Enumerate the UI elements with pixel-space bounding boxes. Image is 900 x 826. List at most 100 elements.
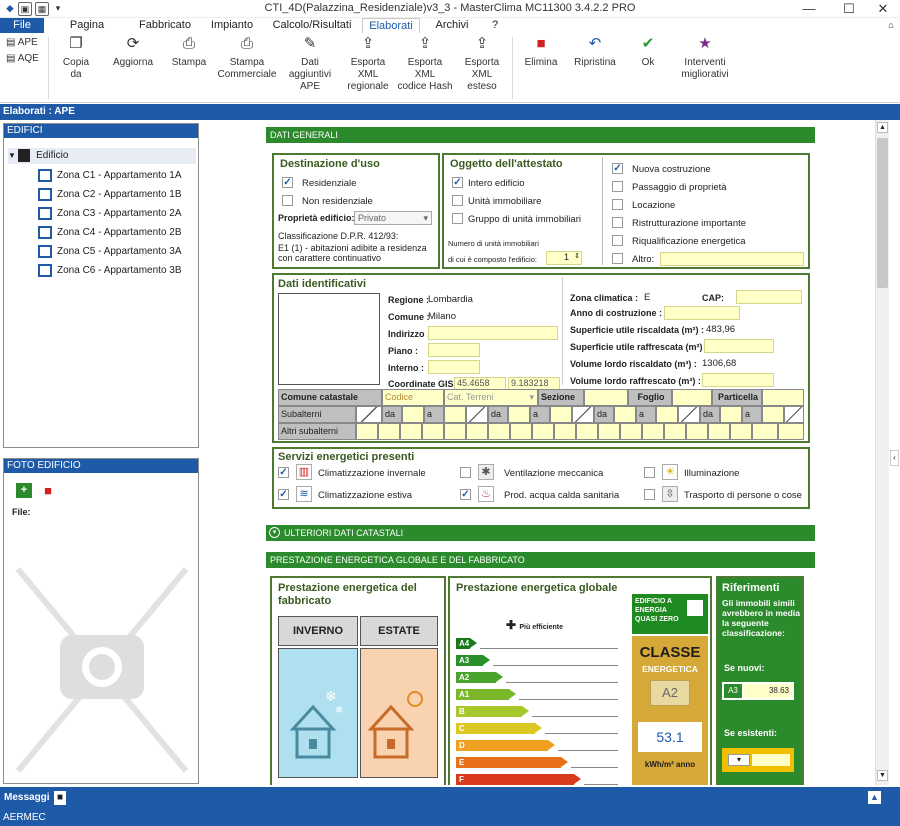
sub-a-input[interactable] (550, 406, 572, 423)
sub-a-input[interactable] (656, 406, 678, 423)
anno-input[interactable] (664, 306, 740, 320)
close-button[interactable]: ✕ (866, 0, 900, 18)
sub-a-input[interactable] (444, 406, 466, 423)
tab-elaborati[interactable]: Elaborati (362, 18, 420, 33)
vertical-scrollbar[interactable]: ▲ ▼ (875, 120, 889, 785)
trasporto-checkbox[interactable] (644, 489, 655, 500)
altri-sub-input[interactable] (620, 423, 642, 440)
cap-input[interactable] (736, 290, 802, 304)
tab-fabbricato[interactable]: Fabbricato (136, 18, 194, 33)
ok-button[interactable]: ✔ Ok (628, 35, 668, 69)
tree-zone-c6[interactable]: Zona C6 - Appartamento 3B (38, 263, 182, 279)
add-photo-button[interactable]: + (16, 483, 32, 498)
expand-circle-icon[interactable]: ▾ (269, 527, 280, 538)
sezione-input[interactable] (584, 389, 628, 406)
interventi-migliorativi-button[interactable]: ★ Interventi migliorativi (676, 35, 734, 81)
scroll-down-arrow-icon[interactable]: ▼ (877, 770, 888, 781)
altri-sub-input[interactable] (444, 423, 466, 440)
altri-sub-input[interactable] (422, 423, 444, 440)
altri-sub-input[interactable] (466, 423, 488, 440)
delete-photo-button[interactable]: ■ (40, 483, 56, 498)
sub-a-input[interactable] (762, 406, 784, 423)
tree-zone-c4[interactable]: Zona C4 - Appartamento 2B (38, 225, 182, 241)
altri-sub-input[interactable] (642, 423, 664, 440)
nav-ape[interactable]: ▤ APE (6, 37, 38, 48)
expand-up-icon[interactable]: ▲ (868, 791, 881, 804)
tree-root-edificio[interactable]: ▼ Edificio (8, 148, 196, 164)
stampa-commerciale-button[interactable]: ⎙ Stampa Commerciale (216, 35, 278, 81)
altri-sub-input[interactable] (752, 423, 778, 440)
indirizzo-input[interactable] (428, 326, 558, 340)
copia-da-button[interactable]: ❐ Copia da (54, 35, 98, 81)
altri-sub-input[interactable] (730, 423, 752, 440)
passaggio-checkbox[interactable] (612, 181, 623, 192)
esistenti-class-select[interactable]: ▾ (728, 754, 750, 766)
tree-zone-c2[interactable]: Zona C2 - Appartamento 1B (38, 187, 182, 203)
altri-sub-input[interactable] (576, 423, 598, 440)
sub-da-input[interactable] (614, 406, 636, 423)
altri-sub-input[interactable] (554, 423, 576, 440)
altri-sub-input[interactable] (532, 423, 554, 440)
sub-da-input[interactable] (508, 406, 530, 423)
vol-raff-input[interactable] (702, 373, 774, 387)
sub-da-input[interactable] (402, 406, 424, 423)
interno-input[interactable] (428, 360, 480, 374)
non-residenziale-checkbox[interactable] (282, 195, 293, 206)
altri-sub-input[interactable] (400, 423, 422, 440)
altro-checkbox[interactable] (612, 253, 623, 264)
maximize-button[interactable]: ☐ (832, 0, 866, 18)
scroll-up-arrow-icon[interactable]: ▲ (877, 122, 888, 133)
tab-pagina-iniziale[interactable]: Pagina iniziale (54, 18, 120, 45)
esporta-xml-hash-button[interactable]: ⇪ Esporta XML codice Hash (397, 35, 453, 93)
altri-sub-input[interactable] (378, 423, 400, 440)
tab-calcolo-risultati[interactable]: Calcolo/Risultati (272, 18, 352, 33)
altri-sub-input[interactable] (598, 423, 620, 440)
ristrutturazione-checkbox[interactable] (612, 217, 623, 228)
codice-input[interactable]: Codice (382, 389, 444, 406)
intero-edificio-checkbox[interactable]: ✓ (452, 177, 463, 188)
tab-help[interactable]: ? (488, 18, 502, 33)
aggiorna-button[interactable]: ⟳ Aggiorna (108, 35, 158, 69)
locazione-checkbox[interactable] (612, 199, 623, 210)
esporta-xml-esteso-button[interactable]: ⇪ Esporta XML esteso (454, 35, 510, 93)
dati-aggiuntivi-button[interactable]: ✎ Dati aggiuntivi APE (280, 35, 340, 93)
ripristina-button[interactable]: ↶ Ripristina (570, 35, 620, 69)
illuminazione-checkbox[interactable] (644, 467, 655, 478)
stampa-button[interactable]: ⎙ Stampa (166, 35, 212, 69)
clim-invernale-checkbox[interactable]: ✓ (278, 467, 289, 478)
nzeb-checkbox[interactable] (687, 600, 703, 616)
particella-input[interactable] (762, 389, 804, 406)
ribbon-collapse-icon[interactable]: ⌂ (884, 18, 898, 33)
riqualificazione-checkbox[interactable] (612, 235, 623, 246)
cat-terreni-select[interactable]: Cat. Terreni ▾ (444, 389, 538, 406)
clim-estiva-checkbox[interactable]: ✓ (278, 489, 289, 500)
minimize-button[interactable]: — (792, 0, 826, 18)
numero-unita-stepper[interactable]: 1 ⇕ (546, 251, 582, 265)
proprieta-select[interactable]: Privato ▾ (354, 211, 432, 225)
altro-input[interactable] (660, 252, 804, 266)
scroll-thumb[interactable] (877, 138, 888, 288)
altri-sub-input[interactable] (510, 423, 532, 440)
altri-sub-input[interactable] (664, 423, 686, 440)
sup-raff-input[interactable] (704, 339, 774, 353)
unita-immobiliare-checkbox[interactable] (452, 195, 463, 206)
tab-archivi[interactable]: Archivi (432, 18, 472, 33)
gruppo-unita-checkbox[interactable] (452, 213, 463, 224)
tab-file[interactable]: File (0, 18, 44, 33)
altri-sub-input[interactable] (356, 423, 378, 440)
ventilazione-checkbox[interactable] (460, 467, 471, 478)
altri-sub-input[interactable] (686, 423, 708, 440)
esporta-xml-regionale-button[interactable]: ⇪ Esporta XML regionale (340, 35, 396, 93)
tab-impianto[interactable]: Impianto (206, 18, 258, 33)
collapse-right-arrow-icon[interactable]: ‹ (890, 450, 899, 466)
trash-icon[interactable]: ■ (54, 791, 66, 805)
residenziale-checkbox[interactable]: ✓ (282, 177, 293, 188)
altri-sub-input[interactable] (708, 423, 730, 440)
sub-da-input[interactable] (720, 406, 742, 423)
stepper-arrows-icon[interactable]: ⇕ (574, 252, 580, 260)
foglio-input[interactable] (672, 389, 712, 406)
tree-zone-c3[interactable]: Zona C3 - Appartamento 2A (38, 206, 182, 222)
tree-zone-c5[interactable]: Zona C5 - Appartamento 3A (38, 244, 182, 260)
altri-sub-input[interactable] (778, 423, 804, 440)
tree-zone-c1[interactable]: Zona C1 - Appartamento 1A (38, 168, 182, 184)
